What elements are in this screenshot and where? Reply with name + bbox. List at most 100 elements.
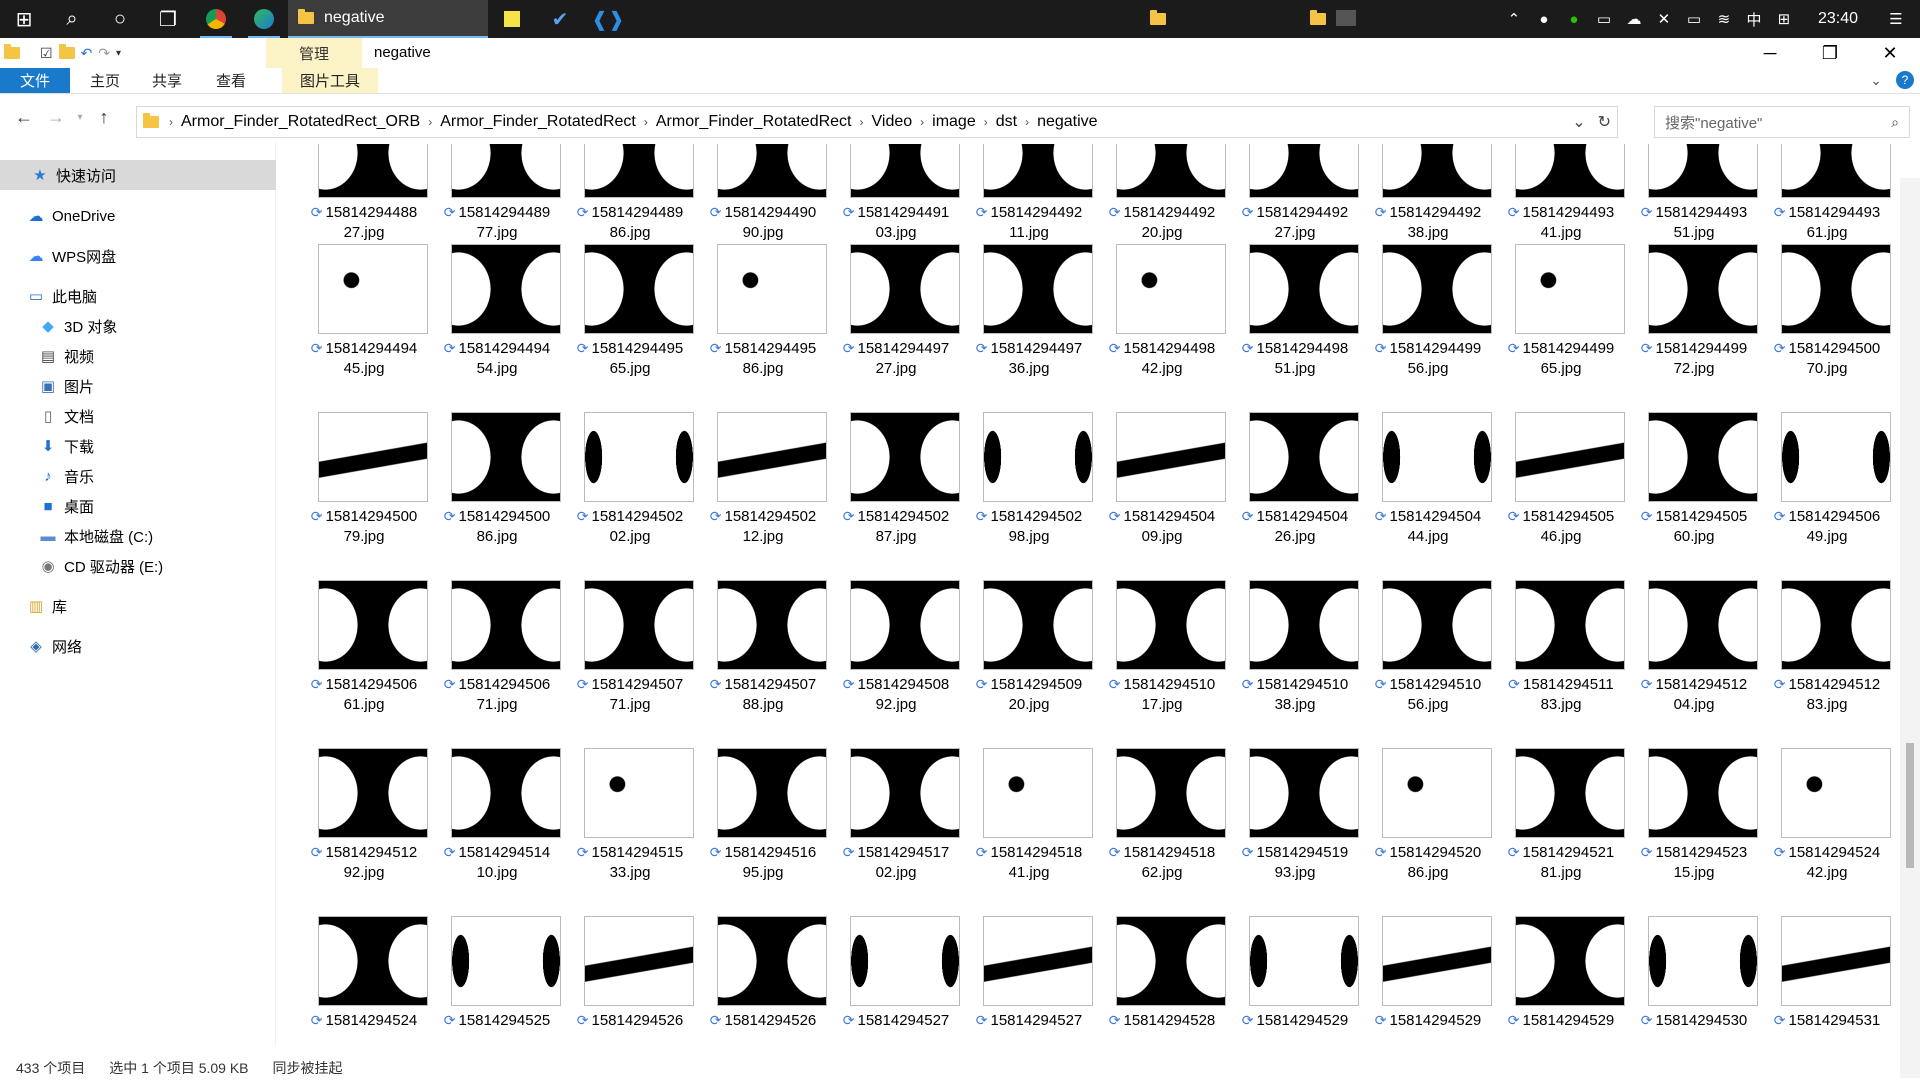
- file-name[interactable]: ⟳ 15814294517 02.jpg: [830, 842, 962, 883]
- file-item[interactable]: ⟳ 15814294517 02.jpg: [830, 748, 962, 908]
- image-thumbnail[interactable]: [850, 916, 960, 1006]
- file-name[interactable]: ⟳ 15814294499 65.jpg: [1495, 338, 1627, 379]
- image-thumbnail[interactable]: [717, 412, 827, 502]
- file-item[interactable]: ⟳ 15814294499 72.jpg: [1628, 244, 1760, 404]
- image-thumbnail[interactable]: [1382, 144, 1492, 198]
- file-item[interactable]: ⟳ 15814294498 42.jpg: [1096, 244, 1228, 404]
- nav-item-onedrive[interactable]: ☁ OneDrive: [0, 201, 276, 231]
- search-icon[interactable]: ⌕: [1891, 114, 1899, 131]
- vertical-scrollbar[interactable]: [1900, 178, 1920, 1078]
- file-item[interactable]: ⟳ 15814294507 71.jpg: [564, 580, 696, 740]
- image-thumbnail[interactable]: [850, 244, 960, 334]
- image-thumbnail[interactable]: [1382, 748, 1492, 838]
- nav-item-quick-access[interactable]: ★ 快速访问: [0, 160, 276, 190]
- image-thumbnail[interactable]: [451, 916, 561, 1006]
- file-item[interactable]: ⟳ 15814294519 93.jpg: [1229, 748, 1361, 908]
- image-thumbnail[interactable]: [1382, 412, 1492, 502]
- file-name[interactable]: ⟳ 15814294529: [1362, 1010, 1494, 1031]
- task-view-icon[interactable]: ❐: [144, 0, 192, 38]
- help-icon[interactable]: ?: [1896, 71, 1914, 89]
- file-item[interactable]: ⟳ 15814294524 42.jpg: [1761, 748, 1893, 908]
- file-item[interactable]: ⟳ 15814294495 86.jpg: [697, 244, 829, 404]
- new-folder-icon[interactable]: [58, 44, 75, 59]
- app-icon[interactable]: [1336, 10, 1356, 26]
- file-name[interactable]: ⟳ 15814294492 20.jpg: [1096, 202, 1228, 243]
- file-name[interactable]: ⟳ 15814294493 51.jpg: [1628, 202, 1760, 243]
- file-item[interactable]: ⟳ 15814294506 49.jpg: [1761, 412, 1893, 572]
- tab-picture-tools[interactable]: 图片工具: [282, 68, 379, 93]
- file-name[interactable]: ⟳ 15814294507 71.jpg: [564, 674, 696, 715]
- file-item[interactable]: ⟳ 15814294497 36.jpg: [963, 244, 1095, 404]
- image-thumbnail[interactable]: [1382, 244, 1492, 334]
- file-item[interactable]: ⟳ 15814294506 61.jpg: [298, 580, 430, 740]
- address-bar[interactable]: › Armor_Finder_RotatedRect_ORB › Armor_Fi…: [136, 106, 1618, 138]
- image-thumbnail[interactable]: [318, 916, 428, 1006]
- nav-item-wps[interactable]: ☁ WPS网盘: [0, 241, 276, 271]
- file-item[interactable]: ⟳ 15814294512 04.jpg: [1628, 580, 1760, 740]
- file-name[interactable]: ⟳ 15814294495 86.jpg: [697, 338, 829, 379]
- close-button[interactable]: ✕: [1860, 38, 1920, 68]
- image-thumbnail[interactable]: [717, 916, 827, 1006]
- image-thumbnail[interactable]: [1249, 580, 1359, 670]
- windows-start-icon[interactable]: ⊞: [0, 0, 48, 38]
- file-name[interactable]: ⟳ 15814294498 51.jpg: [1229, 338, 1361, 379]
- file-item[interactable]: ⟳ 15814294512 92.jpg: [298, 748, 430, 908]
- image-thumbnail[interactable]: [850, 748, 960, 838]
- file-item[interactable]: ⟳ 15814294526: [564, 916, 696, 1044]
- up-button[interactable]: ↑: [88, 107, 120, 128]
- image-thumbnail[interactable]: [983, 748, 1093, 838]
- file-name[interactable]: ⟳ 15814294493 61.jpg: [1761, 202, 1893, 243]
- file-name[interactable]: ⟳ 15814294524 42.jpg: [1761, 842, 1893, 883]
- image-thumbnail[interactable]: [1648, 412, 1758, 502]
- image-thumbnail[interactable]: [1515, 580, 1625, 670]
- file-name[interactable]: ⟳ 15814294488 27.jpg: [298, 202, 430, 243]
- file-name[interactable]: ⟳ 15814294500 70.jpg: [1761, 338, 1893, 379]
- file-item[interactable]: ⟳ 15814294500 86.jpg: [431, 412, 563, 572]
- image-thumbnail[interactable]: [1648, 916, 1758, 1006]
- breadcrumb-item[interactable]: Armor_Finder_RotatedRect: [440, 113, 636, 131]
- file-item[interactable]: ⟳ 15814294528: [1096, 916, 1228, 1044]
- file-name[interactable]: ⟳ 15814294491 03.jpg: [830, 202, 962, 243]
- file-item[interactable]: ⟳ 15814294525: [431, 916, 563, 1044]
- image-thumbnail[interactable]: [1648, 244, 1758, 334]
- wifi-icon[interactable]: ≋: [1714, 10, 1734, 28]
- chevron-right-icon[interactable]: ›: [920, 115, 924, 129]
- image-thumbnail[interactable]: [1249, 748, 1359, 838]
- file-name[interactable]: ⟳ 15814294521 81.jpg: [1495, 842, 1627, 883]
- file-name[interactable]: ⟳ 15814294510 17.jpg: [1096, 674, 1228, 715]
- nav-item-music[interactable]: ♪ 音乐: [0, 461, 276, 491]
- file-name[interactable]: ⟳ 15814294507 88.jpg: [697, 674, 829, 715]
- image-thumbnail[interactable]: [318, 748, 428, 838]
- breadcrumb-item[interactable]: image: [932, 113, 976, 131]
- file-name[interactable]: ⟳ 15814294494 45.jpg: [298, 338, 430, 379]
- breadcrumb-item[interactable]: Video: [872, 113, 913, 131]
- file-name[interactable]: ⟳ 15814294492 38.jpg: [1362, 202, 1494, 243]
- file-name[interactable]: ⟳ 15814294504 44.jpg: [1362, 506, 1494, 547]
- file-name[interactable]: ⟳ 15814294512 92.jpg: [298, 842, 430, 883]
- image-thumbnail[interactable]: [451, 244, 561, 334]
- image-thumbnail[interactable]: [1648, 580, 1758, 670]
- file-item[interactable]: ⟳ 15814294521 81.jpg: [1495, 748, 1627, 908]
- image-thumbnail[interactable]: [1116, 916, 1226, 1006]
- file-name[interactable]: ⟳ 15814294499 56.jpg: [1362, 338, 1494, 379]
- back-button[interactable]: ←: [8, 107, 40, 128]
- nav-item-desktop[interactable]: ■ 桌面: [0, 491, 276, 521]
- image-thumbnail[interactable]: [1249, 144, 1359, 198]
- file-item[interactable]: ⟳ 15814294529: [1495, 916, 1627, 1044]
- nav-item-pictures[interactable]: ▣ 图片: [0, 371, 276, 401]
- forward-button[interactable]: →: [40, 107, 72, 128]
- image-thumbnail[interactable]: [1781, 412, 1891, 502]
- file-name[interactable]: ⟳ 15814294492 11.jpg: [963, 202, 1095, 243]
- file-name[interactable]: ⟳ 15814294493 41.jpg: [1495, 202, 1627, 243]
- image-thumbnail[interactable]: [1116, 144, 1226, 198]
- image-thumbnail[interactable]: [1382, 916, 1492, 1006]
- file-item[interactable]: ⟳ 15814294510 17.jpg: [1096, 580, 1228, 740]
- file-name[interactable]: ⟳ 15814294509 20.jpg: [963, 674, 1095, 715]
- vscode-icon[interactable]: ❰❱: [584, 0, 632, 38]
- file-item[interactable]: ⟳ 15814294508 92.jpg: [830, 580, 962, 740]
- file-item[interactable]: ⟳ 15814294518 41.jpg: [963, 748, 1095, 908]
- file-name[interactable]: ⟳ 15814294497 36.jpg: [963, 338, 1095, 379]
- chevron-up-icon[interactable]: ⌃: [1504, 10, 1524, 28]
- file-item[interactable]: ⟳ 15814294500 79.jpg: [298, 412, 430, 572]
- file-item[interactable]: ⟳ 15814294523 15.jpg: [1628, 748, 1760, 908]
